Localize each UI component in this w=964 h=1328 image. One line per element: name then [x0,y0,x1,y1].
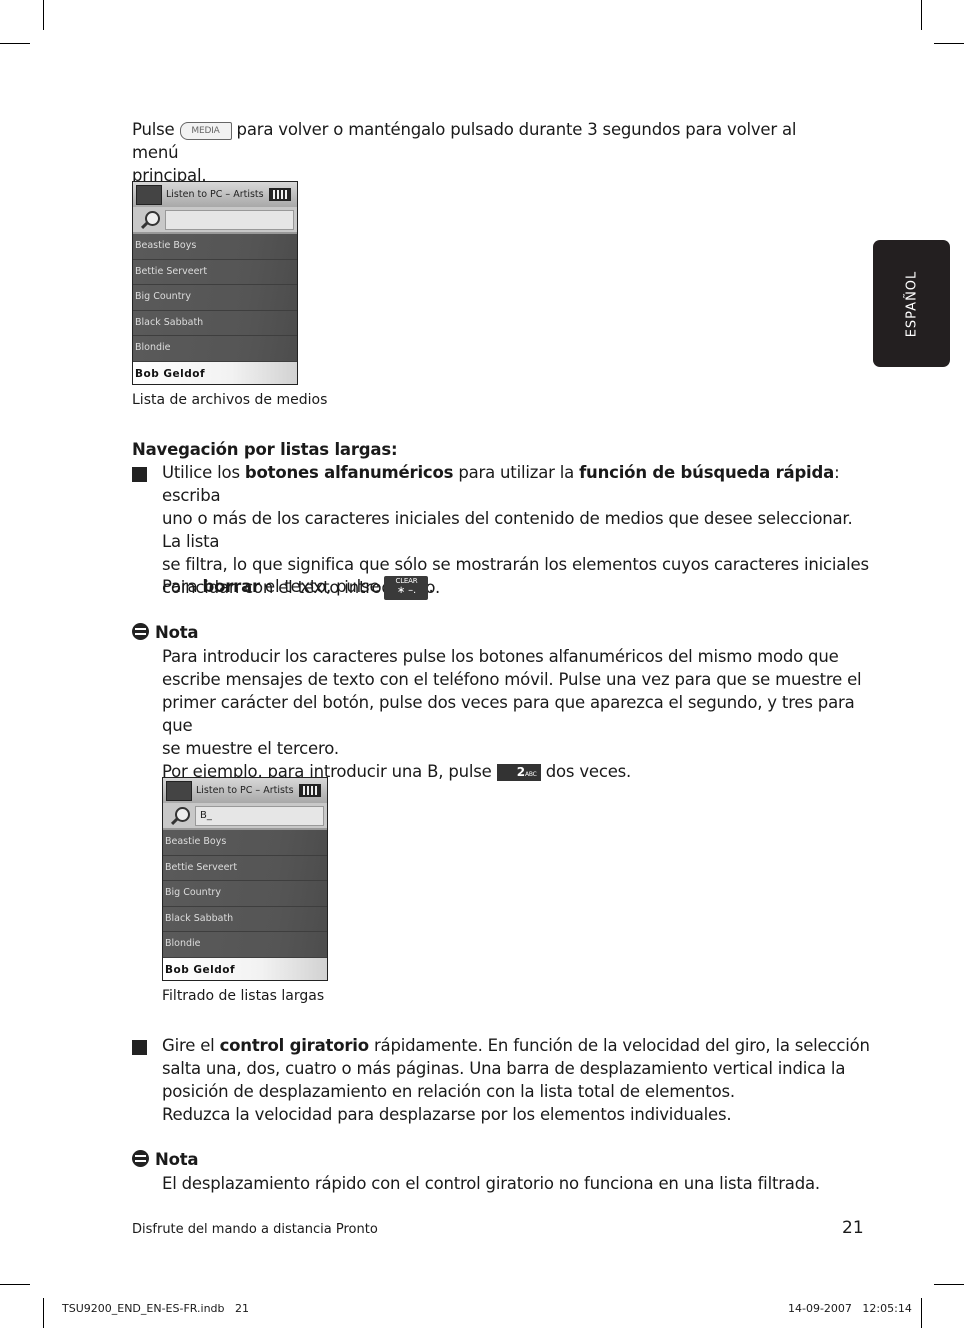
note-icon [132,623,149,640]
device-list-item-selected: Bob Geldof [163,957,327,980]
pc-icon [166,780,192,801]
clear-key-icon: CLEAR ∗ –. [384,575,429,600]
device-title: Listen to PC – Artists [196,785,294,796]
text: Para introducir los caracteres pulse los… [162,647,839,666]
text: Utilice los [162,463,245,482]
pc-icon [136,184,162,205]
text: Reduzca la velocidad para desplazarse po… [162,1105,732,1124]
search-icon [141,210,160,229]
device-list-item: Beastie Boys [133,234,297,260]
device-search-field [165,209,294,230]
device-screenshot-media-list: Listen to PC – Artists Beastie Boys Bett… [132,181,298,385]
device-list-item: Big Country [163,881,327,907]
crop-mark [0,1284,30,1285]
bold-text: borrar [202,577,260,596]
footer-text: Disfrute del mando a distancia Pronto [132,1222,378,1237]
device-list-item: Black Sabbath [133,310,297,336]
battery-icon [299,784,321,797]
section-heading: Navegación por listas largas: [132,440,398,459]
text: se muestre el tercero. [162,739,339,758]
intro-text: para volver o manténgalo pulsado durante… [132,120,797,162]
bold-text: control giratorio [219,1036,370,1055]
intro-text: Pulse [132,120,175,139]
device-list-item: Blondie [133,336,297,362]
slug-file: TSU9200_END_EN-ES-FR.indb 21 [62,1302,249,1315]
crop-mark [921,0,922,30]
note-title: Nota [155,623,199,642]
text: . [428,577,434,596]
device-title: Listen to PC – Artists [166,189,264,200]
note-icon [132,1150,149,1167]
text: dos veces. [545,762,632,781]
media-key-icon: MEDIA [179,121,232,140]
language-label: ESPAÑOL [904,270,919,337]
device-search-bar: B_ [163,803,327,830]
note-title: Nota [155,1150,199,1169]
device-list-item: Blondie [163,932,327,958]
text: para utilizar la [453,463,580,482]
device-title-bar: Listen to PC – Artists [163,778,327,803]
device-search-field: B_ [195,805,324,826]
page-number: 21 [842,1218,864,1238]
clear-key-symbol: ∗ –. [397,584,416,596]
device-list-item: Black Sabbath [163,906,327,932]
note-body: Para introducir los caracteres pulse los… [162,645,872,783]
intro-paragraph: Pulse MEDIA para volver o manténgalo pul… [132,118,832,187]
text: posición de desplazamiento en relación c… [162,1082,735,1101]
key-2-abc-icon: 2ABC [496,764,541,781]
figure-caption: Lista de archivos de medios [132,392,328,408]
device-list-item: Big Country [133,285,297,311]
bullet-paragraph: Gire el control giratorio rápidamente. E… [162,1034,872,1126]
note-heading: Nota [132,621,199,644]
text: salta una, dos, cuatro o más páginas. Un… [162,1059,846,1078]
text: escribe mensajes de texto con el teléfon… [162,670,862,689]
text: se filtra, lo que significa que sólo se … [162,555,869,574]
battery-icon [269,188,291,201]
device-list-item: Bettie Serveert [163,855,327,881]
device-screenshot-filtered-list: Listen to PC – Artists B_ Beastie Boys B… [162,777,328,981]
text: Gire el [162,1036,220,1055]
bullet-marker [132,467,147,482]
figure-caption: Filtrado de listas largas [162,988,325,1004]
device-list-item-selected: Bob Geldof [133,361,297,384]
note-body: El desplazamiento rápido con el control … [162,1174,820,1193]
clear-key-label: CLEAR [395,576,418,585]
text: el texto, pulse [259,577,380,596]
crop-mark [43,0,44,30]
search-icon [171,806,190,825]
device-list-item: Beastie Boys [163,830,327,856]
bullet-marker [132,1040,147,1055]
crop-mark [921,1298,922,1328]
text: rápidamente. En función de la velocidad … [368,1036,870,1055]
clear-instruction: Para borrar el texto, pulse CLEAR ∗ –.. [162,575,434,600]
device-title-bar: Listen to PC – Artists [133,182,297,207]
crop-mark [934,1284,964,1285]
bold-text: botones alfanuméricos [244,463,454,482]
slug-timestamp: 14-09-2007 12:05:14 [788,1302,912,1315]
text: uno o más de los caracteres iniciales de… [162,509,853,551]
key-letters: ABC [524,771,537,778]
language-tab: ESPAÑOL [873,240,950,367]
crop-mark [934,43,964,44]
crop-mark [0,43,30,44]
note-heading: Nota [132,1148,199,1171]
text: Para [162,577,203,596]
device-search-bar [133,207,297,234]
bold-text: función de búsqueda rápida [579,463,835,482]
device-list-item: Bettie Serveert [133,259,297,285]
text: primer carácter del botón, pulse dos vec… [162,693,855,735]
crop-mark [43,1298,44,1328]
key-digit: 2 [516,765,525,779]
